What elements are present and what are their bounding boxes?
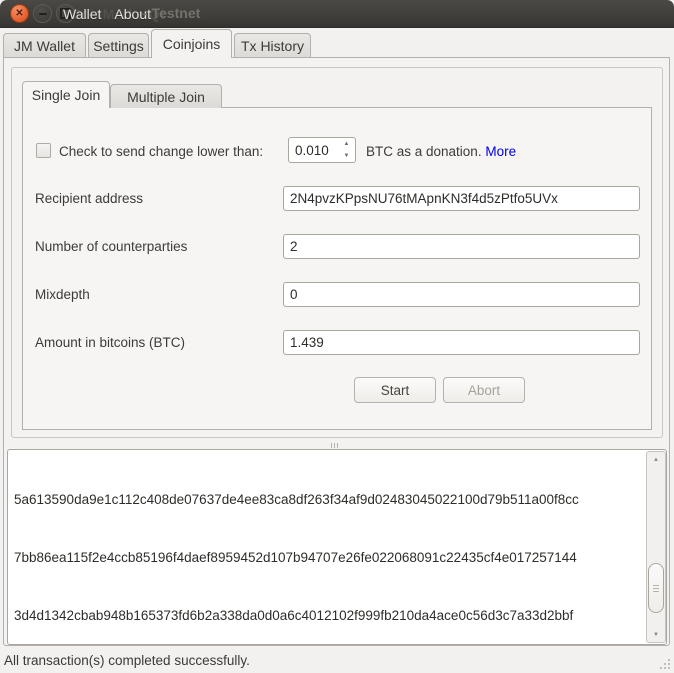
tab-settings[interactable]: Settings (88, 33, 149, 58)
tab-tx-history[interactable]: Tx History (234, 33, 311, 58)
mixdepth-input[interactable] (283, 282, 640, 307)
log-line: 3d4d1342cbab948b165373fd6b2a338da0d0a6c4… (14, 606, 640, 625)
counterparties-label: Number of counterparties (35, 239, 187, 254)
arrow-up-icon[interactable] (647, 453, 665, 466)
debug-log-textarea[interactable]: 5a613590da9e1c112c408de07637de4ee83ca8df… (7, 449, 667, 645)
scrollbar-thumb[interactable] (648, 563, 664, 613)
donation-amount-spinner (288, 137, 356, 163)
donation-checkbox[interactable] (36, 143, 51, 158)
spinner-up-icon[interactable] (338, 138, 355, 150)
tab-coinjoins[interactable]: Coinjoins (151, 29, 232, 58)
spinner-down-icon[interactable] (338, 150, 355, 162)
abort-button[interactable]: Abort (443, 377, 525, 403)
close-icon[interactable] (10, 4, 29, 23)
tab-jm-wallet[interactable]: JM Wallet (3, 33, 86, 58)
log-scrollbar[interactable] (646, 451, 666, 643)
tab-single-join[interactable]: Single Join (22, 81, 110, 108)
amount-btc-label: Amount in bitcoins (BTC) (35, 335, 185, 350)
start-button[interactable]: Start (354, 377, 436, 403)
donation-label: Check to send change lower than: (59, 144, 263, 159)
status-message: All transaction(s) completed successfull… (4, 653, 250, 668)
more-link[interactable]: More (485, 144, 516, 159)
titlebar: JoinMarketQt Wallet About - Testnet (0, 0, 674, 28)
splitter-handle[interactable] (331, 443, 338, 448)
menu-item-wallet[interactable]: Wallet (63, 6, 101, 22)
mixdepth-label: Mixdepth (35, 287, 90, 302)
tab-multiple-join[interactable]: Multiple Join (110, 84, 222, 108)
status-bar: All transaction(s) completed successfull… (0, 648, 674, 673)
resize-grip-icon[interactable] (656, 655, 670, 669)
recipient-address-label: Recipient address (35, 191, 143, 206)
donation-suffix: BTC as a donation. More (366, 144, 516, 159)
arrow-down-icon[interactable] (647, 628, 665, 641)
counterparties-input[interactable] (283, 234, 640, 259)
log-line: 7bb86ea115f2e4ccb85196f4daef8959452d107b… (14, 548, 640, 567)
log-line: 5a613590da9e1c112c408de07637de4ee83ca8df… (14, 490, 640, 509)
amount-btc-input[interactable] (283, 330, 640, 355)
donation-amount-input[interactable] (289, 138, 337, 162)
minimize-icon[interactable] (33, 4, 52, 23)
window-title-suffix: - Testnet (143, 5, 200, 21)
global-menubar: Wallet About (63, 6, 151, 22)
recipient-address-input[interactable] (283, 186, 640, 211)
